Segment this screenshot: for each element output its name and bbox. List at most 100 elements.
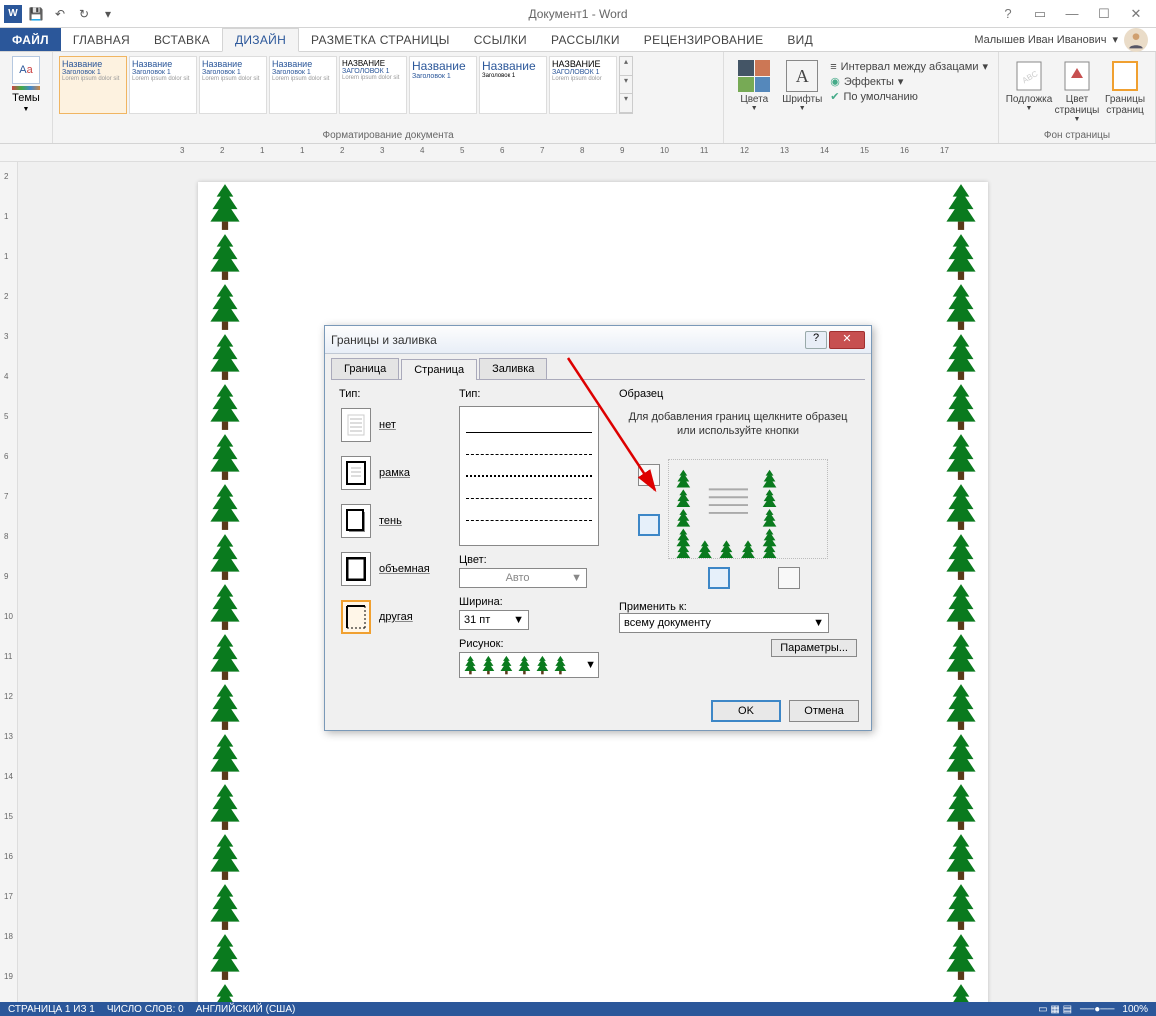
zoom-slider[interactable]: ──●──: [1080, 1004, 1114, 1015]
edge-right-button[interactable]: [778, 567, 800, 589]
borders-shading-dialog: Границы и заливка ? ✕ Граница Страница З…: [324, 325, 872, 731]
effects-button[interactable]: ◉Эффекты ▾: [830, 75, 988, 88]
tab-review[interactable]: РЕЦЕНЗИРОВАНИЕ: [632, 28, 776, 51]
type-shadow-icon: [341, 504, 371, 538]
style-set-item[interactable]: НАЗВАНИЕЗАГОЛОВОК 1Lorem ipsum dolor sit: [339, 56, 407, 114]
preview-box: [638, 449, 838, 589]
dialog-titlebar[interactable]: Границы и заливка ? ✕: [325, 326, 871, 354]
save-button[interactable]: 💾: [26, 4, 46, 24]
watermark-button[interactable]: ABC Подложка▼: [1005, 56, 1053, 127]
style-gallery[interactable]: НазваниеЗаголовок 1Lorem ipsum dolor sit…: [59, 56, 717, 114]
themes-label: Темы: [12, 92, 40, 104]
colors-button[interactable]: Цвета▼: [730, 56, 778, 116]
ribbon-options-button[interactable]: ▭: [1028, 6, 1052, 22]
type-shadow[interactable]: тень: [339, 502, 449, 540]
type-custom-icon: [341, 600, 371, 634]
type-none-icon: [341, 408, 371, 442]
type-label: Тип:: [339, 388, 449, 400]
dialog-tab-fill[interactable]: Заливка: [479, 358, 547, 379]
apply-label: Применить к:: [619, 601, 687, 613]
page-border-right: [940, 182, 982, 1002]
page-color-button[interactable]: Цвет страницы▼: [1053, 56, 1101, 127]
page-color-icon: [1061, 60, 1093, 92]
minimize-button[interactable]: —: [1060, 6, 1084, 22]
dialog-tab-border[interactable]: Граница: [331, 358, 399, 379]
bg-group-label: Фон страницы: [1005, 128, 1149, 141]
redo-button[interactable]: ↻: [74, 4, 94, 24]
vertical-ruler[interactable]: 2112345678910111213141516171819: [0, 162, 18, 1002]
themes-button[interactable]: Aa Темы ▼: [6, 56, 46, 113]
width-combo[interactable]: 31 пт▼: [459, 610, 529, 630]
style-label: Тип:: [459, 388, 609, 400]
spacing-icon: ≡: [830, 61, 836, 73]
fonts-button[interactable]: A Шрифты▼: [778, 56, 826, 116]
page-borders-button[interactable]: Границы страниц: [1101, 56, 1149, 127]
style-set-item[interactable]: НазваниеЗаголовок 1Lorem ipsum dolor sit: [59, 56, 127, 114]
edge-left-button[interactable]: [638, 514, 660, 536]
colors-fonts-group: Цвета▼ A Шрифты▼ ≡Интервал между абзацам…: [724, 52, 999, 143]
status-bar: СТРАНИЦА 1 ИЗ 1 ЧИСЛО СЛОВ: 0 АНГЛИЙСКИЙ…: [0, 1002, 1156, 1016]
maximize-button[interactable]: ☐: [1092, 6, 1116, 22]
dialog-close-button[interactable]: ✕: [829, 331, 865, 349]
ok-button[interactable]: OK: [711, 700, 781, 722]
tab-references[interactable]: ССЫЛКИ: [462, 28, 539, 51]
color-combo[interactable]: Авто▼: [459, 568, 587, 588]
type-box[interactable]: рамка: [339, 454, 449, 492]
ribbon-tabs: ФАЙЛ ГЛАВНАЯ ВСТАВКА ДИЗАЙН РАЗМЕТКА СТР…: [0, 28, 1156, 52]
horizontal-ruler[interactable]: 3211234567891011121314151617: [0, 144, 1156, 162]
apply-to-combo[interactable]: всему документу▼: [619, 613, 829, 633]
set-default-button[interactable]: ✔По умолчанию: [830, 90, 988, 103]
tab-insert[interactable]: ВСТАВКА: [142, 28, 222, 51]
gallery-scroll[interactable]: ▴▾▾: [619, 56, 633, 114]
dialog-tab-page[interactable]: Страница: [401, 359, 477, 380]
user-info[interactable]: Малышев Иван Иванович▾: [966, 28, 1156, 51]
effects-icon: ◉: [830, 75, 840, 88]
check-icon: ✔: [830, 90, 839, 103]
art-trees-icon: [462, 655, 572, 675]
preview-sample[interactable]: [668, 459, 828, 559]
type-none[interactable]: нет: [339, 406, 449, 444]
edge-bottom-button[interactable]: [708, 567, 730, 589]
view-buttons[interactable]: ▭ ▦ ▤: [1038, 1004, 1072, 1015]
preview-label: Образец: [619, 388, 857, 400]
color-label: Цвет:: [459, 554, 609, 566]
parameters-button[interactable]: Параметры...: [771, 639, 857, 657]
style-set-item[interactable]: НазваниеЗаголовок 1: [409, 56, 477, 114]
paragraph-spacing-button[interactable]: ≡Интервал между абзацами ▾: [830, 60, 988, 73]
type-3d-icon: [341, 552, 371, 586]
tab-view[interactable]: ВИД: [775, 28, 825, 51]
zoom-level[interactable]: 100%: [1122, 1004, 1148, 1015]
window-title: Документ1 - Word: [528, 7, 627, 21]
cancel-button[interactable]: Отмена: [789, 700, 859, 722]
undo-button[interactable]: ↶: [50, 4, 70, 24]
art-combo[interactable]: ▼: [459, 652, 599, 678]
tab-layout[interactable]: РАЗМЕТКА СТРАНИЦЫ: [299, 28, 462, 51]
edge-top-button[interactable]: [638, 464, 660, 486]
qat-more-button[interactable]: ▾: [98, 4, 118, 24]
formatting-group-label: Форматирование документа: [59, 128, 717, 141]
tab-design[interactable]: ДИЗАЙН: [222, 28, 299, 52]
status-page[interactable]: СТРАНИЦА 1 ИЗ 1: [8, 1004, 95, 1015]
style-set-item[interactable]: НазваниеЗаголовок 1Lorem ipsum dolor sit: [129, 56, 197, 114]
themes-icon: Aa: [12, 56, 40, 84]
close-button[interactable]: ✕: [1124, 6, 1148, 22]
style-set-item[interactable]: НазваниеЗаголовок 1Lorem ipsum dolor sit: [199, 56, 267, 114]
style-set-item[interactable]: НАЗВАНИЕЗАГОЛОВОК 1Lorem ipsum dolor: [549, 56, 617, 114]
help-button[interactable]: ?: [996, 6, 1020, 22]
tab-file[interactable]: ФАЙЛ: [0, 28, 61, 51]
watermark-icon: ABC: [1013, 60, 1045, 92]
status-words[interactable]: ЧИСЛО СЛОВ: 0: [107, 1004, 184, 1015]
type-custom[interactable]: другая: [339, 598, 449, 636]
style-list[interactable]: [459, 406, 599, 546]
dialog-help-button[interactable]: ?: [805, 331, 827, 349]
art-label: Рисунок:: [459, 638, 609, 650]
width-label: Ширина:: [459, 596, 609, 608]
status-language[interactable]: АНГЛИЙСКИЙ (США): [196, 1004, 296, 1015]
colors-icon: [738, 60, 770, 92]
type-3d[interactable]: объемная: [339, 550, 449, 588]
style-set-item[interactable]: НазваниеЗаголовок 1Lorem ipsum dolor sit: [269, 56, 337, 114]
tab-mailings[interactable]: РАССЫЛКИ: [539, 28, 632, 51]
style-set-item[interactable]: НазваниеЗаголовок 1: [479, 56, 547, 114]
avatar: [1124, 28, 1148, 52]
tab-home[interactable]: ГЛАВНАЯ: [61, 28, 142, 51]
